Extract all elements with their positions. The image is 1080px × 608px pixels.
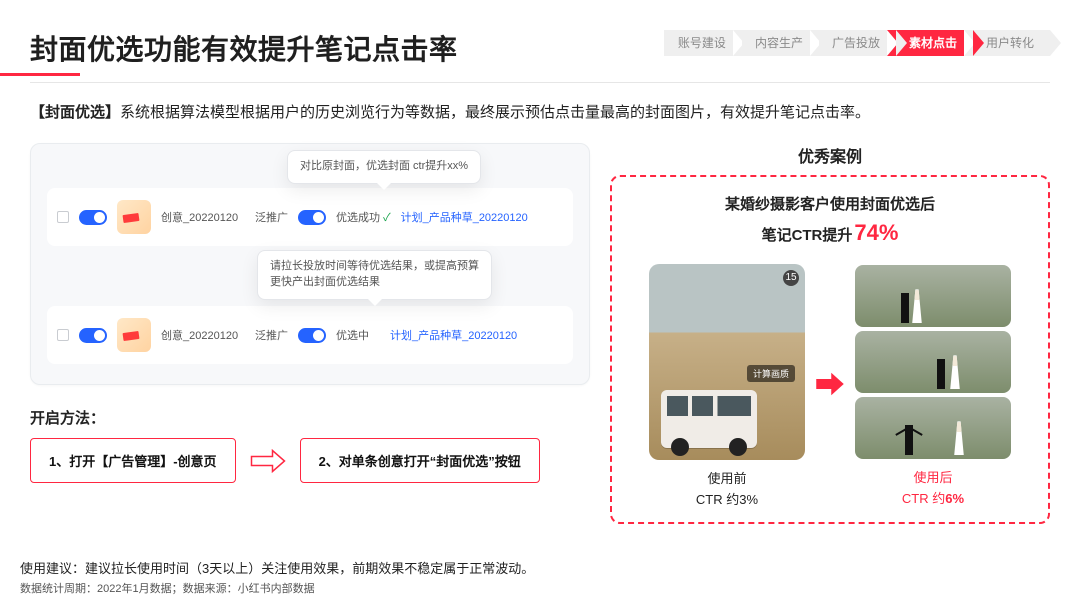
page-title: 封面优选功能有效提升笔记点击率 — [30, 28, 458, 68]
after-image-2 — [855, 331, 1011, 393]
tooltip-pending: 请拉长投放时间等待优选结果，或提高预算 更快产出封面优选结果 — [257, 250, 492, 300]
intro-text: 【封面优选】系统根据算法模型根据用户的历史浏览行为等数据，最终展示预估点击量最高… — [0, 83, 1080, 125]
breadcrumb: 账号建设 内容生产 广告投放 素材点击 用户转化 — [664, 30, 1050, 56]
uplift-value: 74% — [854, 220, 898, 245]
creative-name: 创意_20220120 — [161, 327, 245, 343]
creative-name: 创意_20220120 — [161, 209, 245, 225]
after-image-1 — [855, 265, 1011, 327]
case-card: 某婚纱摄影客户使用封面优选后 笔记CTR提升74% 15 计算画质 使用前 CT… — [610, 175, 1050, 524]
creative-row: 对比原封面，优选封面 ctr提升xx% 创意_20220120 泛推广 优选成功… — [47, 188, 573, 246]
creative-thumbnail — [117, 200, 151, 234]
intro-bold: 【封面优选】 — [30, 104, 120, 121]
plan-link[interactable]: 计划_产品种草_20220120 — [401, 209, 528, 225]
tooltip-success: 对比原封面，优选封面 ctr提升xx% — [287, 150, 481, 184]
title-underline — [0, 73, 80, 76]
cover-select-toggle[interactable] — [298, 328, 326, 343]
row-toggle[interactable] — [79, 210, 107, 225]
footer: 使用建议：建议拉长使用时间（3天以上）关注使用效果，前期效果不稳定属于正常波动。… — [20, 559, 534, 598]
select-status: 优选中 — [336, 327, 380, 343]
step-1-box: 1、打开【广告管理】-创意页 — [30, 438, 236, 483]
data-source: 数据统计周期：2022年1月数据；数据来源：小红书内部数据 — [20, 581, 534, 598]
crumb-account: 账号建设 — [664, 30, 742, 56]
select-status: 优选成功 ✓ — [336, 209, 391, 225]
howto-section: 开启方法： 1、打开【广告管理】-创意页 2、对单条创意打开“封面优选”按钮 — [30, 407, 590, 483]
arrow-right-icon — [815, 371, 845, 402]
row-checkbox[interactable] — [57, 329, 69, 341]
creative-thumbnail — [117, 318, 151, 352]
step-2-box: 2、对单条创意打开“封面优选”按钮 — [300, 438, 540, 483]
plan-link[interactable]: 计划_产品种草_20220120 — [390, 327, 517, 343]
creative-scope: 泛推广 — [255, 209, 288, 225]
creative-list-panel: 对比原封面，优选封面 ctr提升xx% 创意_20220120 泛推广 优选成功… — [30, 143, 590, 385]
arrow-right-icon — [250, 449, 286, 473]
image-tag: 计算画质 — [747, 365, 795, 382]
vehicle-shape — [661, 390, 757, 448]
before-image: 15 计算画质 — [649, 264, 805, 460]
after-image-3 — [855, 397, 1011, 459]
before-caption: 使用前 CTR 约3% — [649, 468, 805, 508]
usage-advice: 使用建议：建议拉长使用时间（3天以上）关注使用效果，前期效果不稳定属于正常波动。 — [20, 559, 534, 579]
howto-title: 开启方法： — [30, 407, 590, 428]
intro-rest: 系统根据算法模型根据用户的历史浏览行为等数据，最终展示预估点击量最高的封面图片，… — [120, 104, 870, 121]
creative-row: 请拉长投放时间等待优选结果，或提高预算 更快产出封面优选结果 创意_202201… — [47, 306, 573, 364]
case-section-title: 优秀案例 — [610, 143, 1050, 167]
cover-select-toggle[interactable] — [298, 210, 326, 225]
after-caption: 使用后 CTR 约6% — [855, 467, 1011, 507]
row-checkbox[interactable] — [57, 211, 69, 223]
row-toggle[interactable] — [79, 328, 107, 343]
check-icon: ✓ — [383, 212, 391, 224]
after-image-stack — [855, 265, 1011, 459]
case-headline: 某婚纱摄影客户使用封面优选后 笔记CTR提升74% — [630, 193, 1030, 250]
stack-badge: 15 — [783, 270, 799, 286]
creative-scope: 泛推广 — [255, 327, 288, 343]
